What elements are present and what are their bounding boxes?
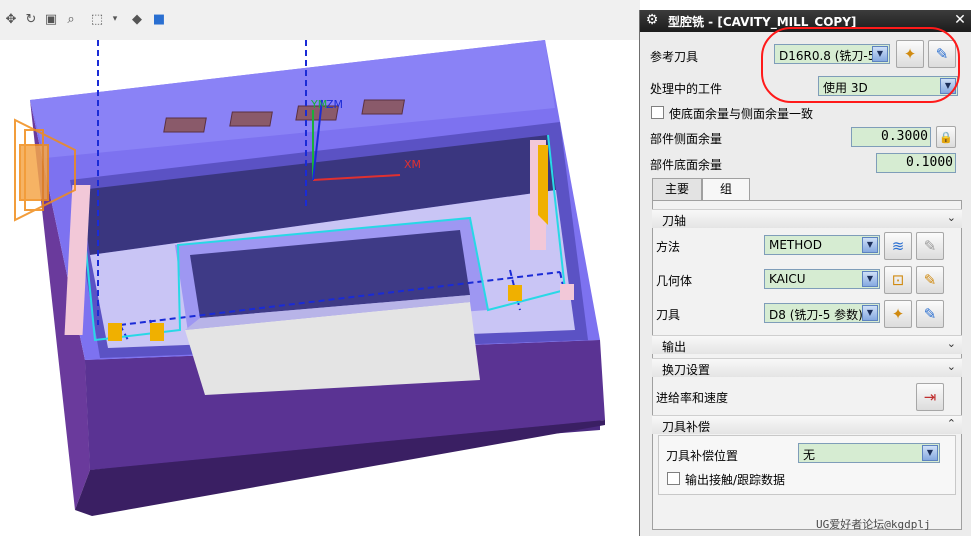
geometry-label: 几何体 bbox=[656, 274, 693, 288]
output-contact-label: 输出接触/跟踪数据 bbox=[685, 473, 786, 487]
chevron-down-icon: ▼ bbox=[862, 237, 878, 253]
part-floor-stock-label: 部件底面余量 bbox=[650, 158, 723, 172]
shaded-view-icon[interactable]: ◆ bbox=[128, 10, 146, 28]
xm-label: XM bbox=[404, 158, 422, 171]
zoom-icon[interactable]: ⌕ bbox=[62, 10, 80, 28]
ym-label: YM bbox=[311, 98, 328, 111]
method-create-button[interactable]: ≋ bbox=[884, 232, 912, 260]
chevron-up-icon: ⌃ bbox=[946, 417, 956, 430]
geometry-create-button[interactable]: ⊡ bbox=[884, 266, 912, 294]
fit-view-icon[interactable]: ▣ bbox=[42, 10, 60, 28]
chevron-down-icon: ▼ bbox=[922, 445, 938, 461]
tab-main[interactable]: 主要 bbox=[652, 178, 702, 200]
chevron-down-icon: ⌄ bbox=[946, 211, 956, 224]
method-select[interactable]: METHOD ▼ bbox=[764, 235, 880, 255]
chevron-down-icon: ⌄ bbox=[946, 360, 956, 373]
comp-position-label: 刀具补偿位置 bbox=[666, 449, 739, 463]
dropdown-arrow-icon[interactable]: ▾ bbox=[106, 10, 124, 28]
graphics-viewport[interactable]: ✥ ↻ ▣ ⌕ ⬚ ▾ ◆ ■ YM ZM XM bbox=[0, 0, 640, 536]
cube-icon[interactable]: ■ bbox=[150, 10, 168, 28]
model-canvas[interactable]: YM ZM XM bbox=[0, 40, 640, 536]
feeds-speeds-button[interactable]: ⇥ bbox=[916, 383, 944, 411]
feeds-speeds-label: 进给率和速度 bbox=[656, 391, 729, 405]
tool-label: 刀具 bbox=[656, 308, 681, 322]
floor-same-as-side-checkbox[interactable] bbox=[651, 106, 664, 119]
viewport-toolbar: ✥ ↻ ▣ ⌕ ⬚ ▾ ◆ ■ bbox=[0, 0, 640, 41]
ref-tool-label: 参考刀具 bbox=[650, 50, 699, 64]
method-label: 方法 bbox=[656, 240, 681, 254]
zm-label: ZM bbox=[326, 98, 344, 111]
select-box-icon[interactable]: ⬚ bbox=[88, 10, 106, 28]
chevron-down-icon: ▼ bbox=[862, 305, 878, 321]
geometry-select[interactable]: KAICU ▼ bbox=[764, 269, 880, 289]
part-model bbox=[14, 40, 605, 516]
gear-icon[interactable]: ⚙ bbox=[644, 12, 660, 28]
rotate-icon[interactable]: ↻ bbox=[22, 10, 40, 28]
part-floor-stock-input[interactable]: 0.1000 bbox=[876, 153, 956, 173]
geometry-edit-button[interactable]: ✎ bbox=[916, 266, 944, 294]
chevron-down-icon: ⌄ bbox=[946, 337, 956, 350]
pan-icon[interactable]: ✥ bbox=[2, 10, 20, 28]
part-side-stock-label: 部件侧面余量 bbox=[650, 132, 723, 146]
annotation-highlight bbox=[761, 27, 960, 103]
ipw-label: 处理中的工件 bbox=[650, 82, 723, 96]
floor-same-as-side-label: 使底面余量与侧面余量一致 bbox=[669, 107, 814, 121]
part-side-stock-input[interactable]: 0.3000 bbox=[851, 127, 931, 147]
tab-group[interactable]: 组 bbox=[702, 178, 750, 201]
watermark: UG爱好者论坛@kgdplj bbox=[816, 518, 931, 531]
close-icon[interactable]: ✕ bbox=[952, 12, 968, 28]
tool-edit-button[interactable]: ✎ bbox=[916, 300, 944, 328]
tool-create-button[interactable]: ✦ bbox=[884, 300, 912, 328]
chevron-down-icon: ▼ bbox=[862, 271, 878, 287]
output-contact-checkbox[interactable] bbox=[667, 472, 680, 485]
comp-position-select[interactable]: 无 ▼ bbox=[798, 443, 940, 463]
tool-select[interactable]: D8 (铣刀-5 参数) ▼ bbox=[764, 303, 880, 323]
method-edit-button[interactable]: ✎ bbox=[916, 232, 944, 260]
section-tool-comp[interactable]: 刀具补偿 ⌃ bbox=[652, 415, 962, 434]
lock-icon[interactable]: 🔒 bbox=[936, 126, 956, 148]
section-tool-change[interactable]: 换刀设置 ⌄ bbox=[652, 358, 962, 377]
section-output[interactable]: 输出 ⌄ bbox=[652, 335, 962, 354]
section-tool-axis[interactable]: 刀轴 ⌄ bbox=[652, 209, 962, 228]
